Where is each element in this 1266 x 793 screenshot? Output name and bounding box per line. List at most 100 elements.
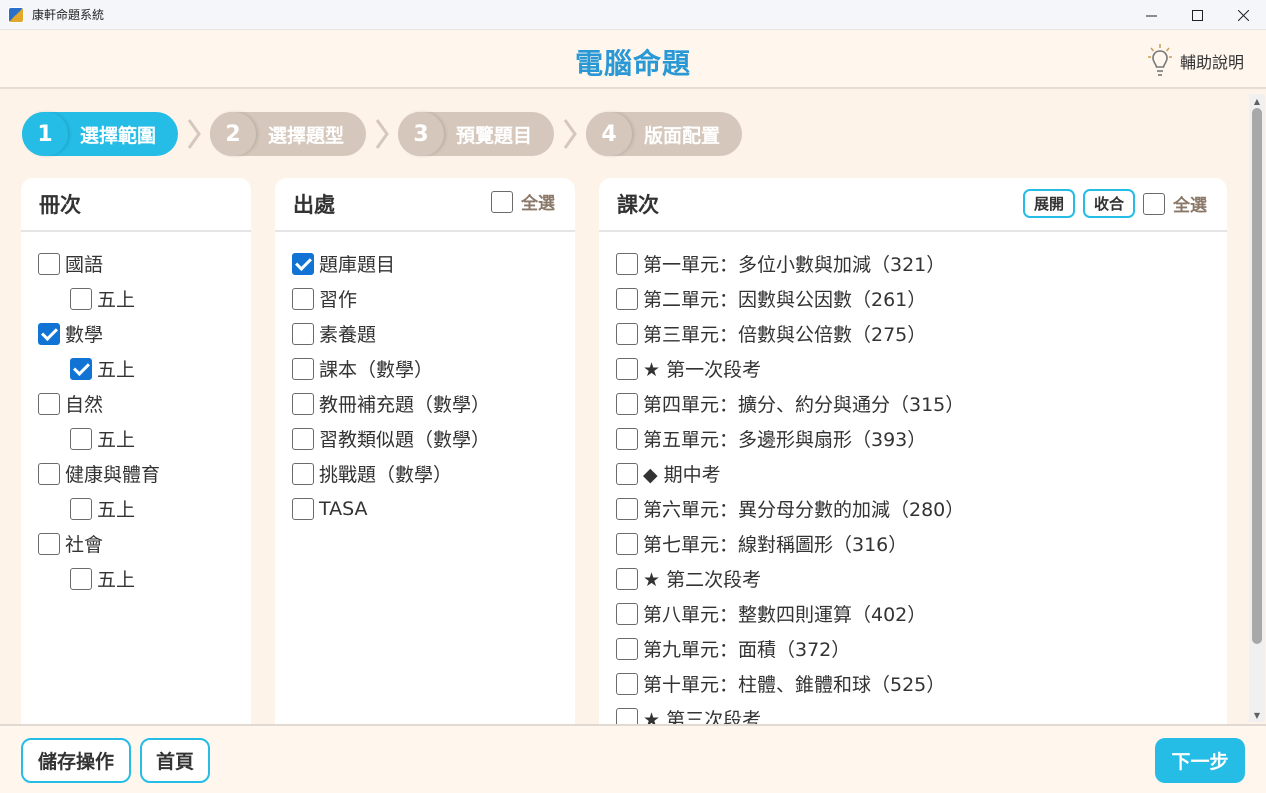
volume-item-science[interactable]: 自然 (38, 386, 251, 421)
lesson-item[interactable]: 第十單元：柱體、錐體和球（525） (616, 666, 1227, 701)
checkbox[interactable] (70, 567, 92, 590)
volume-panel: 冊次 國語 五上 數學 五上 自然 五上 健康與體育 五上 社會 五上 (21, 178, 251, 724)
step-4[interactable]: 4 版面配置 (586, 112, 743, 156)
volume-item-science-5a[interactable]: 五上 (38, 421, 251, 456)
checkbox[interactable] (616, 707, 638, 724)
source-item[interactable]: 習作 (292, 281, 575, 316)
scrollbar-thumb[interactable] (1252, 108, 1262, 644)
source-select-all[interactable]: 全選 (491, 189, 555, 214)
checkbox[interactable] (292, 357, 314, 380)
lesson-item[interactable]: 第六單元：異分母分數的加減（280） (616, 491, 1227, 526)
checkbox-checked[interactable] (70, 357, 92, 380)
source-item[interactable]: 課本（數學） (292, 351, 575, 386)
lesson-panel-title: 課次 (617, 193, 659, 217)
step-2[interactable]: 2 選擇題型 (210, 112, 367, 156)
expand-button[interactable]: 展開 (1022, 189, 1075, 218)
checkbox[interactable] (616, 427, 638, 450)
item-label: 第三單元：倍數與公倍數（275） (643, 324, 927, 346)
item-label: 五上 (97, 359, 136, 381)
item-label: 題庫題目 (319, 254, 396, 276)
checkbox[interactable] (292, 427, 314, 450)
lesson-item-exam[interactable]: ★ 第一次段考 (616, 351, 1227, 386)
checkbox[interactable] (1143, 192, 1165, 215)
app-logo-icon (8, 6, 24, 23)
checkbox[interactable] (616, 287, 638, 310)
minimize-button[interactable] (1128, 0, 1174, 30)
volume-item-math-5a[interactable]: 五上 (38, 351, 251, 386)
checkbox[interactable] (616, 252, 638, 275)
volume-panel-header: 冊次 (21, 178, 251, 232)
lesson-item[interactable]: 第九單元：面積（372） (616, 631, 1227, 666)
step-1[interactable]: 1 選擇範圍 (22, 112, 179, 156)
volume-item-chinese[interactable]: 國語 (38, 246, 251, 281)
item-label: 第八單元：整數四則運算（402） (643, 604, 927, 626)
volume-item-social[interactable]: 社會 (38, 526, 251, 561)
checkbox[interactable] (70, 287, 92, 310)
lesson-item[interactable]: 第二單元：因數與公因數（261） (616, 281, 1227, 316)
item-label: ★ 第一次段考 (643, 359, 762, 381)
checkbox[interactable] (70, 427, 92, 450)
checkbox[interactable] (616, 672, 638, 695)
lesson-item[interactable]: 第四單元：擴分、約分與通分（315） (616, 386, 1227, 421)
source-item[interactable]: 教冊補充題（數學） (292, 386, 575, 421)
lesson-item[interactable]: 第一單元：多位小數與加減（321） (616, 246, 1227, 281)
item-label: 健康與體育 (65, 464, 161, 486)
volume-item-math[interactable]: 數學 (38, 316, 251, 351)
checkbox[interactable] (616, 322, 638, 345)
checkbox[interactable] (616, 357, 638, 380)
lesson-item[interactable]: 第七單元：線對稱圖形（316） (616, 526, 1227, 561)
checkbox-checked[interactable] (292, 252, 314, 275)
checkbox[interactable] (38, 532, 60, 555)
scroll-up-icon[interactable]: ▲ (1249, 94, 1265, 108)
collapse-button[interactable]: 收合 (1082, 189, 1135, 218)
save-button[interactable]: 儲存操作 (21, 738, 131, 783)
close-button[interactable] (1220, 0, 1266, 30)
checkbox[interactable] (616, 602, 638, 625)
source-item[interactable]: 習教類似題（數學） (292, 421, 575, 456)
checkbox[interactable] (616, 462, 638, 485)
checkbox[interactable] (38, 462, 60, 485)
item-label: 五上 (97, 289, 136, 311)
checkbox[interactable] (70, 497, 92, 520)
checkbox[interactable] (38, 392, 60, 415)
checkbox[interactable] (616, 392, 638, 415)
checkbox[interactable] (292, 497, 314, 520)
checkbox-checked[interactable] (38, 322, 60, 345)
source-item[interactable]: 素養題 (292, 316, 575, 351)
checkbox[interactable] (38, 252, 60, 275)
source-item[interactable]: 題庫題目 (292, 246, 575, 281)
step-number: 2 (210, 112, 257, 156)
maximize-button[interactable] (1174, 0, 1220, 30)
source-item[interactable]: TASA (292, 491, 575, 526)
next-step-button[interactable]: 下一步 (1155, 738, 1245, 783)
lesson-item[interactable]: 第五單元：多邊形與扇形（393） (616, 421, 1227, 456)
checkbox[interactable] (616, 497, 638, 520)
lesson-item[interactable]: 第八單元：整數四則運算（402） (616, 596, 1227, 631)
volume-item-health-pe-5a[interactable]: 五上 (38, 491, 251, 526)
checkbox[interactable] (292, 392, 314, 415)
volume-item-social-5a[interactable]: 五上 (38, 561, 251, 596)
lesson-select-all[interactable]: 全選 (1143, 191, 1207, 216)
lesson-item-exam[interactable]: ★ 第二次段考 (616, 561, 1227, 596)
help-button[interactable]: 輔助說明 (1147, 43, 1244, 79)
help-label: 輔助說明 (1179, 53, 1244, 72)
source-item[interactable]: 挑戰題（數學） (292, 456, 575, 491)
step-number: 3 (398, 112, 445, 156)
volume-item-health-pe[interactable]: 健康與體育 (38, 456, 251, 491)
scroll-down-icon[interactable]: ▼ (1249, 708, 1265, 722)
checkbox[interactable] (491, 190, 513, 213)
lesson-item-exam[interactable]: ◆ 期中考 (616, 456, 1227, 491)
checkbox[interactable] (292, 322, 314, 345)
checkbox[interactable] (616, 567, 638, 590)
source-panel-title: 出處 (293, 193, 335, 217)
lesson-item[interactable]: 第三單元：倍數與公倍數（275） (616, 316, 1227, 351)
main-scrollbar[interactable]: ▲ ▼ (1249, 94, 1265, 722)
lesson-item-exam[interactable]: ★ 第三次段考 (616, 701, 1227, 724)
checkbox[interactable] (292, 287, 314, 310)
home-button[interactable]: 首頁 (140, 738, 210, 783)
checkbox[interactable] (616, 637, 638, 660)
step-3[interactable]: 3 預覽題目 (398, 112, 555, 156)
volume-item-chinese-5a[interactable]: 五上 (38, 281, 251, 316)
checkbox[interactable] (616, 532, 638, 555)
checkbox[interactable] (292, 462, 314, 485)
